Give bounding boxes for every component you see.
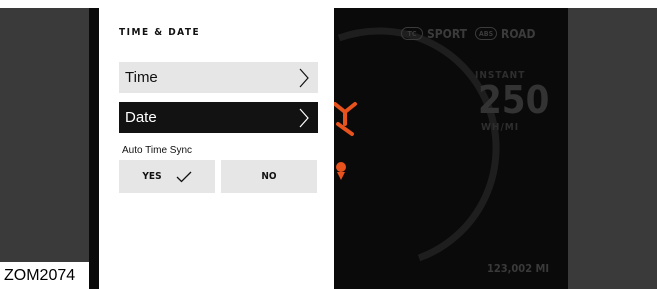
figure-caption: ZOM2074 [0, 262, 89, 289]
menu-item-label: Time [125, 69, 158, 86]
menu-item-time[interactable]: Time [119, 62, 318, 93]
menu-item-label: Date [125, 109, 157, 126]
no-button[interactable]: NO [221, 160, 317, 193]
chevron-right-icon [299, 108, 309, 127]
menu-item-date[interactable]: Date [119, 102, 318, 133]
yes-button[interactable]: YES [119, 160, 215, 193]
warning-icon [333, 102, 357, 136]
left-frame [0, 8, 89, 289]
panel-title: TIME & DATE [119, 27, 201, 38]
auto-time-sync-label: Auto Time Sync [122, 145, 193, 156]
checkmark-icon [176, 171, 192, 182]
chevron-right-icon [299, 68, 309, 87]
abs-icon: ABS [475, 27, 497, 40]
indicator-icon [336, 162, 346, 180]
yes-label: YES [142, 171, 162, 182]
no-label: NO [261, 171, 277, 182]
odometer: 123,002 MI [487, 262, 550, 275]
instant-unit: WH/MI [481, 122, 520, 133]
time-date-panel: TIME & DATE Time Date Auto Time Sync YES… [99, 8, 334, 289]
road-label: ROAD [501, 26, 536, 41]
abs-indicator: ABS ROAD [475, 26, 536, 41]
traction-control-icon: TC [401, 27, 423, 40]
tc-indicator: TC SPORT [401, 26, 467, 41]
cluster-display: TC SPORT ABS ROAD INSTANT 250 WH/MI 123,… [89, 8, 568, 289]
mode-label: SPORT [427, 26, 468, 41]
right-frame [568, 8, 657, 289]
instant-value: 250 [478, 78, 550, 122]
